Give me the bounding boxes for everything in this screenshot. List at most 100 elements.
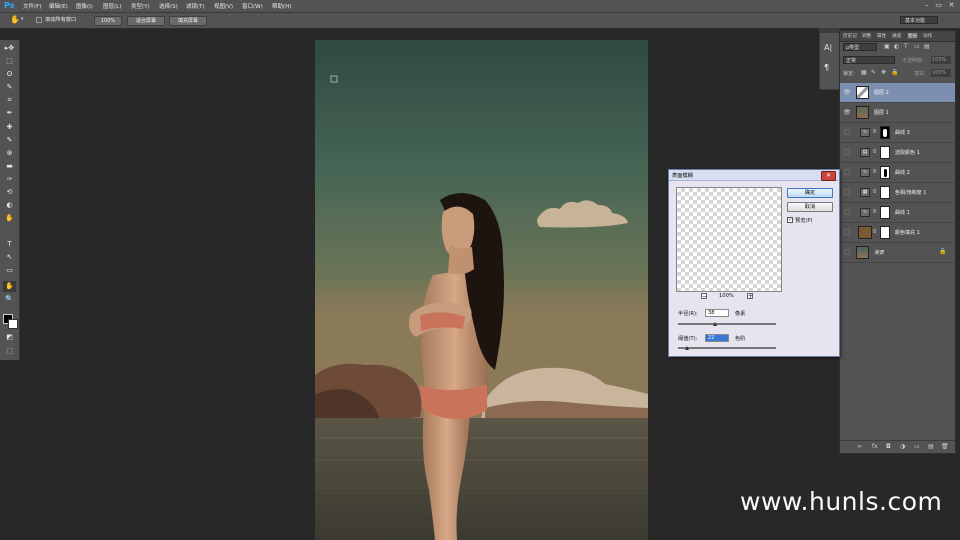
tab-adjustments[interactable]: 调整 bbox=[862, 33, 871, 39]
tool-preset-dropdown-icon[interactable]: ▾ bbox=[21, 16, 24, 22]
scroll-all-windows-checkbox[interactable] bbox=[36, 17, 42, 23]
delete-layer-icon[interactable]: 🗑 bbox=[941, 443, 949, 450]
new-adjustment-icon[interactable]: ◑ bbox=[900, 443, 905, 450]
dialog-titlebar[interactable]: 表面模糊 ✕ bbox=[669, 170, 839, 181]
layer-name[interactable]: 色相/饱和度 1 bbox=[895, 189, 926, 196]
tab-actions[interactable]: 动作 bbox=[923, 33, 932, 39]
radius-slider-thumb[interactable] bbox=[713, 322, 718, 326]
opacity-input[interactable]: 100% bbox=[931, 56, 951, 64]
layer-row-curves2[interactable]: ∿ 8 曲线 2 bbox=[840, 163, 955, 183]
zoom-tool-icon[interactable]: 🔍 bbox=[3, 294, 16, 305]
filter-preview-area[interactable] bbox=[676, 187, 782, 292]
layer-row-background[interactable]: 背景 🔒 bbox=[840, 243, 955, 263]
dodge-tool-icon[interactable]: ✋ bbox=[3, 213, 16, 224]
filter-smart-icon[interactable]: ▤ bbox=[924, 43, 930, 50]
layer-row-layer1[interactable]: 👁 图层 1 bbox=[840, 103, 955, 123]
lock-all-icon[interactable]: 🔒 bbox=[891, 69, 898, 76]
layer-mask-thumbnail[interactable] bbox=[880, 146, 890, 159]
menu-help[interactable]: 帮助(H) bbox=[272, 2, 291, 10]
preview-checkbox[interactable]: ✓ bbox=[787, 217, 793, 223]
visibility-toggle[interactable] bbox=[844, 189, 850, 195]
blur-tool-icon[interactable]: ◐ bbox=[3, 200, 16, 211]
link-chain-icon[interactable]: 8 bbox=[873, 129, 876, 135]
gradient-tool-icon[interactable]: ⟲ bbox=[3, 187, 16, 198]
layer-mask-thumbnail[interactable] bbox=[880, 226, 890, 239]
hand-tool-active-icon[interactable]: ✋ bbox=[3, 281, 16, 292]
layer-row-color-fill1[interactable]: 8 颜色填充 1 bbox=[840, 223, 955, 243]
layer-style-icon[interactable]: fx bbox=[872, 443, 878, 450]
workspace-select[interactable]: 基本功能 bbox=[900, 16, 938, 24]
path-selection-tool-icon[interactable]: ↖ bbox=[3, 252, 16, 263]
visibility-toggle[interactable] bbox=[844, 229, 850, 235]
layer-row-hue-saturation1[interactable]: ▦ 8 色相/饱和度 1 bbox=[840, 183, 955, 203]
filter-shape-icon[interactable]: ▭ bbox=[914, 43, 920, 50]
menu-window[interactable]: 窗口(W) bbox=[242, 2, 263, 10]
lock-transparent-icon[interactable]: ▦ bbox=[861, 69, 867, 76]
menu-layer[interactable]: 图层(L) bbox=[103, 2, 121, 10]
blend-mode-select[interactable]: 正常 bbox=[843, 56, 895, 64]
add-mask-icon[interactable]: ◘ bbox=[886, 443, 891, 450]
layer-name[interactable]: 曲线 2 bbox=[895, 169, 910, 176]
radius-input[interactable]: 38 bbox=[705, 309, 729, 317]
menu-view[interactable]: 视图(V) bbox=[214, 2, 233, 10]
paragraph-panel-icon[interactable]: ¶ bbox=[824, 63, 829, 72]
minimize-icon[interactable]: – bbox=[922, 1, 931, 10]
clone-stamp-tool-icon[interactable]: ⊕ bbox=[3, 148, 16, 159]
tab-channels[interactable]: 通道 bbox=[892, 33, 901, 39]
rectangle-tool-icon[interactable]: ▭ bbox=[3, 265, 16, 276]
filter-type-icon[interactable]: T bbox=[904, 43, 908, 50]
quick-select-tool-icon[interactable]: ✎ bbox=[3, 82, 16, 93]
crop-tool-icon[interactable]: ⌗ bbox=[3, 95, 16, 106]
layer-row-layer2[interactable]: 👁 图层 2 bbox=[840, 83, 955, 103]
actual-pixels-button[interactable]: 100% bbox=[94, 16, 122, 26]
filter-pixel-icon[interactable]: ▣ bbox=[884, 43, 890, 50]
link-chain-icon[interactable]: 8 bbox=[873, 149, 876, 155]
layer-name[interactable]: 背景 bbox=[874, 249, 884, 256]
healing-brush-tool-icon[interactable]: ✚ bbox=[3, 122, 16, 133]
tab-layers[interactable]: 图层 bbox=[907, 33, 919, 39]
visibility-toggle[interactable] bbox=[844, 249, 850, 255]
layer-row-curves1[interactable]: ∿ 8 曲线 1 bbox=[840, 203, 955, 223]
eraser-tool-icon[interactable]: ✑ bbox=[3, 174, 16, 185]
link-chain-icon[interactable]: 8 bbox=[873, 209, 876, 215]
maximize-icon[interactable]: ▭ bbox=[934, 1, 943, 10]
close-window-icon[interactable]: ✕ bbox=[947, 1, 956, 10]
link-layers-icon[interactable]: ∞ bbox=[857, 443, 862, 450]
lasso-tool-icon[interactable]: ʘ bbox=[3, 69, 16, 80]
menu-image[interactable]: 图像(I) bbox=[76, 2, 93, 10]
new-group-icon[interactable]: ▭ bbox=[914, 443, 920, 450]
zoom-in-icon[interactable]: + bbox=[747, 293, 753, 300]
menu-filter[interactable]: 滤镜(T) bbox=[186, 2, 205, 10]
cancel-button[interactable]: 取消 bbox=[787, 202, 833, 212]
layer-name[interactable]: 曲线 3 bbox=[895, 129, 910, 136]
visibility-toggle[interactable] bbox=[844, 169, 850, 175]
menu-select[interactable]: 选择(S) bbox=[159, 2, 178, 10]
layer-mask-thumbnail[interactable] bbox=[880, 126, 890, 139]
layer-row-curves3[interactable]: ∿ 8 曲线 3 bbox=[840, 123, 955, 143]
lock-position-icon[interactable]: ✥ bbox=[881, 69, 886, 76]
layer-mask-thumbnail[interactable] bbox=[880, 166, 890, 179]
visibility-toggle[interactable] bbox=[844, 129, 850, 135]
lock-image-icon[interactable]: ✎ bbox=[871, 69, 876, 76]
menu-edit[interactable]: 编辑(E) bbox=[49, 2, 68, 10]
fill-screen-button[interactable]: 填充屏幕 bbox=[169, 16, 207, 26]
layer-name[interactable]: 曲线 1 bbox=[895, 209, 910, 216]
layer-name[interactable]: 图层 2 bbox=[874, 89, 889, 96]
layer-filter-select[interactable]: ρ类型 bbox=[843, 43, 877, 51]
screen-mode-icon[interactable]: ⬚ bbox=[3, 346, 16, 357]
document-canvas[interactable] bbox=[315, 40, 648, 540]
character-panel-icon[interactable]: A| bbox=[824, 43, 832, 52]
marquee-tool-icon[interactable]: ⬚ bbox=[3, 56, 16, 67]
link-chain-icon[interactable]: 8 bbox=[873, 189, 876, 195]
filter-adjust-icon[interactable]: ◐ bbox=[894, 43, 899, 50]
tab-history[interactable]: 历史记 bbox=[843, 33, 857, 39]
menu-file[interactable]: 文件(F) bbox=[23, 2, 41, 10]
quick-mask-icon[interactable]: ◩ bbox=[3, 332, 16, 343]
visibility-eye-icon[interactable]: 👁 bbox=[843, 89, 851, 96]
threshold-slider-thumb[interactable] bbox=[684, 346, 689, 350]
layer-name[interactable]: 图层 1 bbox=[874, 109, 889, 116]
ok-button[interactable]: 确定 bbox=[787, 188, 833, 198]
link-chain-icon[interactable]: 8 bbox=[873, 169, 876, 175]
link-chain-icon[interactable]: 8 bbox=[873, 229, 876, 235]
layer-mask-thumbnail[interactable] bbox=[880, 186, 890, 199]
